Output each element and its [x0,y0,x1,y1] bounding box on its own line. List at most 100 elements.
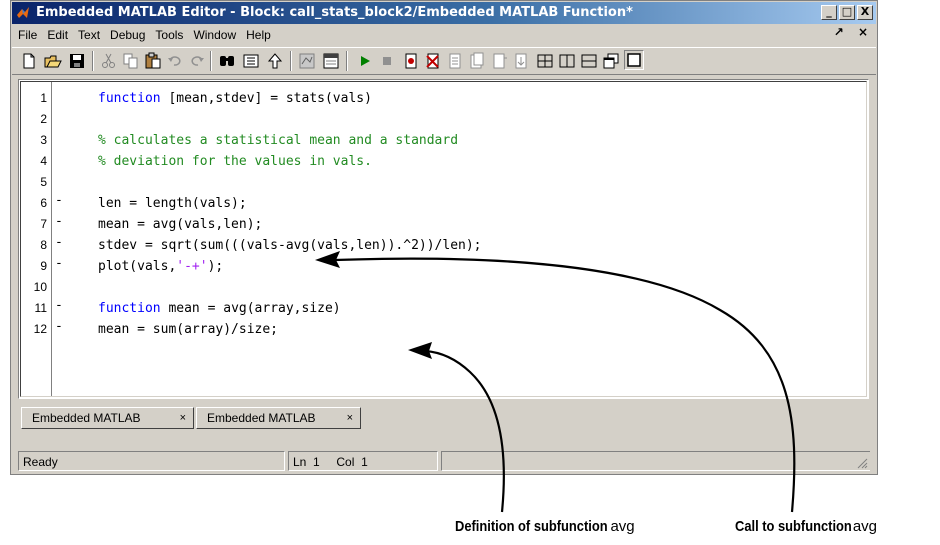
save-icon[interactable] [68,52,86,70]
breakpoint-marker[interactable]: - [55,235,63,250]
line-number: 1 [40,91,47,105]
close-button[interactable]: X [857,5,873,20]
step-out-icon[interactable] [490,52,508,70]
split-horizontal-icon[interactable] [580,52,598,70]
code-line[interactable]: 7- mean = avg(vals,len); [21,214,841,235]
goto-icon[interactable] [242,52,260,70]
menu-text[interactable]: Text [73,25,105,45]
code-token: function [98,301,161,316]
line-number: 8 [40,238,47,252]
stop-icon[interactable] [378,52,396,70]
code-text: function mean = avg(array,size) [98,298,341,319]
up-arrow-icon[interactable] [266,52,284,70]
menu-edit[interactable]: Edit [42,25,73,45]
code-token: ); [207,259,224,274]
code-line[interactable]: 10 [21,277,841,298]
open-folder-icon[interactable] [44,52,62,70]
code-token: plot(vals, [98,259,177,274]
callout-caption: Definition of subfunction [455,518,608,535]
breakpoint-marker[interactable]: - [55,193,63,208]
code-text: function [mean,stdev] = stats(vals) [98,88,372,109]
line-number: 7 [40,217,47,231]
paste-icon[interactable] [144,52,162,70]
cursor-position: Ln 1 Col 1 [288,451,438,471]
code-editor[interactable]: 1 function [mean,stdev] = stats(vals) 2 3 % … [18,79,869,399]
menu-file[interactable]: File [12,25,42,45]
cut-icon[interactable] [100,52,118,70]
tab-label: Embedded MATLAB [207,411,316,425]
code-token: mean = sum(array)/size; [98,322,279,337]
window-title: Embedded MATLAB Editor - Block: call_sta… [36,5,633,20]
maximize-icon[interactable] [624,50,644,70]
code-text: mean = sum(array)/size; [98,319,278,340]
redo-icon[interactable] [188,52,206,70]
resize-grip-icon[interactable] [856,457,868,469]
code-line[interactable]: 2 [21,109,841,130]
minimize-button[interactable]: _ [821,5,837,20]
maximize-button[interactable]: □ [839,5,855,20]
menu-debug[interactable]: Debug [105,25,150,45]
code-token: len = length(vals); [98,196,247,211]
model-icon[interactable] [298,52,316,70]
close-doc-icon[interactable]: × [858,25,868,39]
code-token: function [98,91,161,106]
continue-icon[interactable] [512,52,530,70]
menu-help[interactable]: Help [241,25,276,45]
tab-document-2[interactable]: Embedded MATLAB × [196,407,361,429]
float-icon[interactable] [602,52,620,70]
run-icon[interactable] [356,52,374,70]
tab-document-1[interactable]: Embedded MATLAB × [21,407,194,429]
status-bar: Ready Ln 1 Col 1 [18,449,870,471]
breakpoint-marker[interactable]: - [55,256,63,271]
code-line[interactable]: 4 % deviation for the values in vals. [21,151,841,172]
ln-value: 1 [313,455,320,469]
tab-close-icon[interactable]: × [180,408,186,428]
status-spare [441,451,870,471]
code-text: stdev = sqrt(sum(((vals-avg(vals,len)).^… [98,235,482,256]
code-text: mean = avg(vals,len); [98,214,262,235]
set-breakpoint-icon[interactable] [402,52,420,70]
line-number: 2 [40,112,47,126]
undock-icon[interactable]: ↗ [834,25,844,39]
code-line[interactable]: 5 [21,172,841,193]
line-number: 6 [40,196,47,210]
new-file-icon[interactable] [20,52,38,70]
code-token: [mean,stdev] = stats(vals) [160,91,372,106]
definition-callout: Definition of subfunction avg [455,518,635,535]
code-line[interactable]: 12- mean = sum(array)/size; [21,319,841,340]
code-line[interactable]: 3 % calculates a statistical mean and a s… [21,130,841,151]
status-text: Ready [18,451,285,471]
code-line[interactable]: 1 function [mean,stdev] = stats(vals) [21,88,841,109]
split-vertical-icon[interactable] [558,52,576,70]
undo-icon[interactable] [166,52,184,70]
code-line[interactable]: 6- len = length(vals); [21,193,841,214]
copy-icon[interactable] [122,52,140,70]
code-line[interactable]: 8- stdev = sqrt(sum(((vals-avg(vals,len))… [21,235,841,256]
code-text: % deviation for the values in vals. [98,151,372,172]
callout-caption: Call to subfunction [735,518,852,535]
code-token: mean = avg(array,size) [160,301,341,316]
line-number: 9 [40,259,47,273]
ln-label: Ln [293,455,307,469]
breakpoint-marker[interactable]: - [55,319,63,334]
code-token: mean = avg(vals,len); [98,217,263,232]
find-icon[interactable] [218,52,236,70]
tab-close-icon[interactable]: × [347,408,353,428]
code-token: '-+' [176,259,208,274]
clear-breakpoint-icon[interactable] [424,52,442,70]
callout-code: avg [610,518,635,535]
title-bar[interactable]: Embedded MATLAB Editor - Block: call_sta… [12,2,876,24]
step-in-icon[interactable] [468,52,486,70]
step-icon[interactable] [446,52,464,70]
code-line[interactable]: 9- plot(vals,'-+'); [21,256,841,277]
breakpoint-marker[interactable]: - [55,214,63,229]
line-number: 5 [40,175,47,189]
code-line[interactable]: 11- function mean = avg(array,size) [21,298,841,319]
tile-icon[interactable] [536,52,554,70]
menu-window[interactable]: Window [188,25,241,45]
breakpoint-marker[interactable]: - [55,298,63,313]
menu-tools[interactable]: Tools [150,25,188,45]
code-token: stdev = sqrt(sum(((vals-avg(vals,len)).^… [98,238,482,253]
data-icon[interactable] [322,52,340,70]
editor-window: Embedded MATLAB Editor - Block: call_sta… [10,0,878,475]
